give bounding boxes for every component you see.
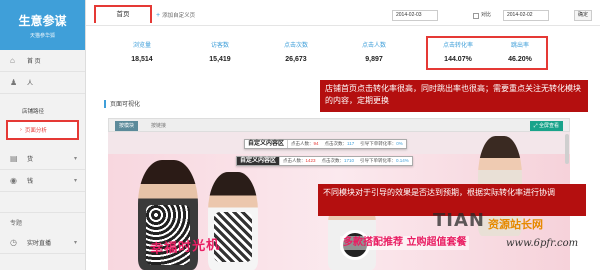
sidebar-item-label: 钱 [27,179,34,185]
module-tooltip: 自定义内容区 点击人数：94 点击次数：117 引导下单转化率：0% [244,139,407,149]
plus-icon: + [156,11,161,19]
watermark-cn: 资源站长网 [488,218,543,231]
add-custom-page-link[interactable]: + 添加自定义页 [156,11,196,20]
promo-text-center: 多款搭配推荐 立购超值套餐 [340,236,470,250]
brand-title: 生意参谋 [18,14,67,28]
tooltip-clicks: 点击次数：117 [322,140,358,148]
tooltip-clickers: 点击人数：1423 [280,157,319,165]
sidebar-item-money[interactable]: ◉ 钱 ▾ [0,170,85,192]
tooltip-clickers: 点击人数：94 [288,140,322,148]
metric-value: 9,897 [365,56,383,63]
tooltip-value: 1710 [344,158,355,163]
clock-icon: ◷ [10,238,17,247]
sidebar-item-label: 实时直播 [27,241,52,247]
model-image [208,172,258,270]
tooltip-key: 点击次数： [324,141,348,146]
tab-by-module[interactable]: 按模块 [115,121,139,131]
confirm-button[interactable]: 确定 [574,10,592,21]
metric-pageviews: 浏览量 18,514 [110,40,174,63]
section-title: 页面可视化 [104,99,140,108]
section-title-label: 页面可视化 [110,102,141,108]
tooltip-value: 94 [313,141,319,146]
tooltip-rate: 引导下单转化率：0% [357,140,406,148]
sidebar-item-label: 首 页 [27,59,41,65]
tooltip-key: 引导下单转化率： [360,158,397,163]
chevron-down-icon: ▾ [73,178,77,184]
sidebar-item-label: 人 [27,81,34,87]
metric-label: 访客数 [210,43,229,49]
module-tooltip: 自定义内容区 点击人数：1423 点击次数：1710 引导下单转化率：0.14% [236,156,413,166]
brand-subtitle: 天猫参华狐 [29,33,55,39]
sidebar-item-shop-path[interactable]: 店铺路径 [0,102,85,120]
date-compare-field[interactable]: 2014-02-02 [503,10,549,21]
compare-checkbox[interactable] [473,12,479,19]
metric-click-conversion: 点击转化率 144.07% [426,40,490,63]
module-name: 自定义内容区 [245,140,289,148]
preview-scrollbar[interactable] [565,134,569,164]
metric-label: 点击人数 [361,43,386,49]
metric-label: 点击次数 [283,43,308,49]
chevron-down-icon: ▾ [73,240,77,246]
tooltip-value: 0% [396,141,403,146]
tooltip-rate: 引导下单转化率：0.14% [357,157,412,165]
add-custom-page-label: 添加自定义页 [162,13,196,19]
section-marker [104,99,106,108]
sidebar-group-label: 专题 [10,221,23,227]
tooltip-value: 0.14% [396,158,409,163]
metric-label: 跳出率 [510,43,529,49]
person-icon: ♟ [10,78,18,87]
fullscreen-label: 全屏查看 [538,123,559,129]
sidebar-item-label: 货 [27,157,34,163]
metric-value: 46.20% [508,56,532,63]
sidebar-sub-label: 店铺路径 [22,109,45,115]
chevron-right-icon: › [20,127,22,133]
tooltip-key: 点击人数： [283,158,306,163]
metric-value: 144.07% [444,56,472,63]
compare-label: 对比 [481,12,492,18]
money-icon: ◉ [10,176,17,185]
date-start-field[interactable]: 2014-02-03 [392,10,438,21]
sidebar-item-people[interactable]: ♟ 人 [0,72,85,94]
sidebar-item-home[interactable]: ⌂ 首 页 [0,50,85,72]
metric-value: 18,514 [131,56,153,63]
home-icon: ⌂ [10,56,15,65]
fullscreen-button[interactable]: ⤢ 全屏查看 [529,121,563,131]
sidebar-item-page-analysis[interactable]: › 页面分析 [6,120,79,140]
annotation-callout-top: 店铺首页点击转化率很高，同时跳出率也很高；需要重点关注无转化模块的内容，定期更换 [320,80,588,112]
topbar: 首页 + 添加自定义页 2014-02-03 对比 2014-02-02 确定 [86,0,600,26]
brand: 生意参谋 天猫参华狐 [0,0,85,50]
tooltip-key: 引导下单转化率： [360,141,397,146]
metric-value: 15,419 [209,56,231,63]
metric-clicks: 点击次数 26,673 [264,40,328,63]
sidebar-item-goods[interactable]: ▤ 货 ▾ [0,148,85,170]
tab-home[interactable]: 首页 [94,5,152,23]
sidebar-item-live[interactable]: ◷ 实时直播 ▾ [0,232,85,254]
tooltip-value: 1423 [305,158,316,163]
tooltip-clicks: 点击次数：1710 [319,157,358,165]
sidebar-group-topics: 专题 [0,212,85,232]
tooltip-value: 117 [347,141,355,146]
cart-icon: ▤ [10,154,18,163]
metric-clickers: 点击人数 9,897 [342,40,406,63]
tooltip-key: 点击次数： [321,158,345,163]
metric-value: 26,673 [285,56,307,63]
compare-toggle[interactable]: 对比 [473,10,491,21]
metrics-row: 浏览量 18,514 访客数 15,419 点击次数 26,673 点击人数 9… [96,36,576,72]
chevron-down-icon: ▾ [73,156,77,162]
tab-by-link[interactable]: 按链接 [147,121,170,131]
watermark-brand: TIAN [433,210,485,231]
module-name: 自定义内容区 [237,157,281,165]
metric-label: 点击转化率 [442,43,473,49]
metric-visitors: 访客数 15,419 [188,40,252,63]
sidebar-sub-label: 页面分析 [24,128,47,134]
watermark-url: www.6pfr.com [506,238,579,249]
tooltip-key: 点击人数： [291,141,314,146]
visual-toolbar: 按模块 按链接 ⤢ 全屏查看 [108,118,570,132]
metric-label: 浏览量 [132,43,151,49]
sidebar: 生意参谋 天猫参华狐 ⌂ 首 页 ♟ 人 店铺路径 › 页面分析 ▤ 货 ▾ ◉… [0,0,86,270]
metric-bounce-rate: 跳出率 46.20% [488,40,552,63]
